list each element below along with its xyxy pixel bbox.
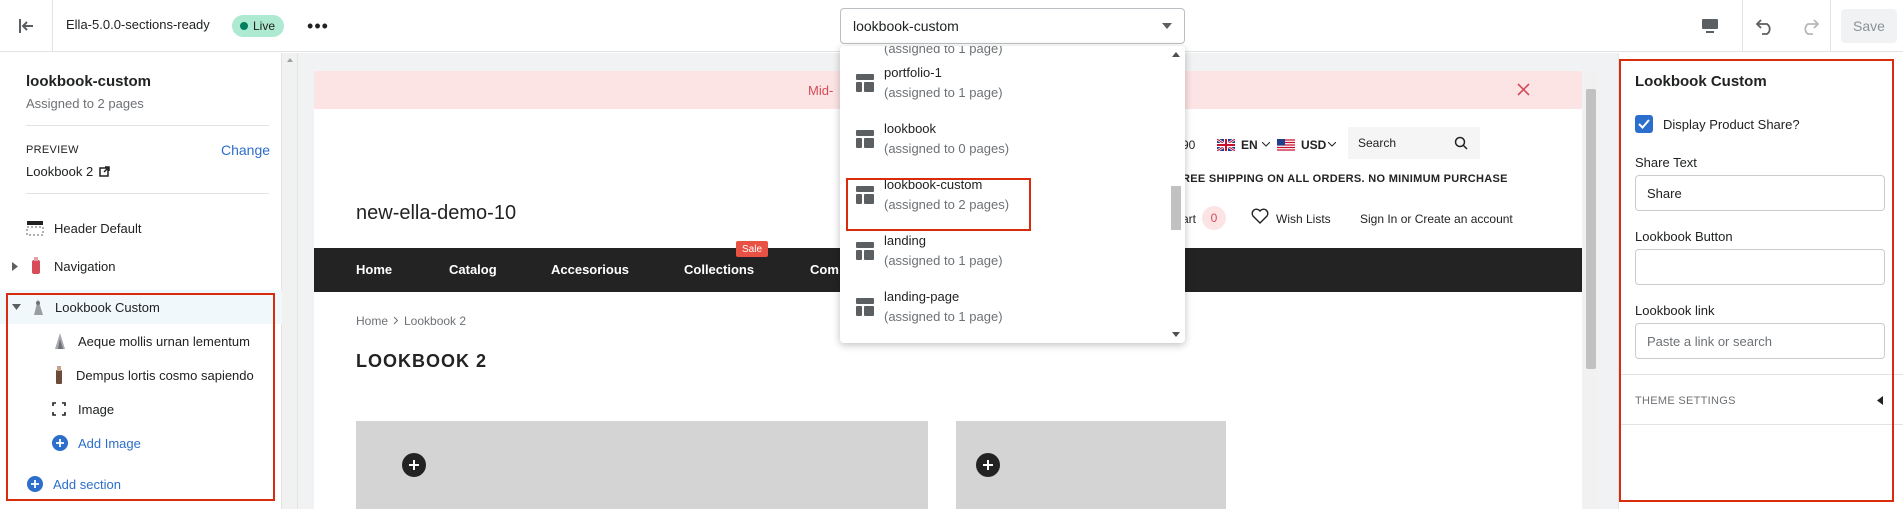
external-link-icon[interactable] [99, 166, 110, 177]
nav-accesorious[interactable]: Accesorious [551, 262, 629, 277]
section-navigation[interactable]: Navigation [0, 249, 282, 283]
scrollbar-thumb[interactable] [1171, 186, 1181, 230]
lookbook-image [356, 421, 928, 509]
template-icon [856, 298, 874, 316]
template-selector[interactable]: lookbook-custom [840, 8, 1185, 44]
template-option-name: lookbook [884, 121, 937, 136]
caret-down-icon [1162, 23, 1172, 29]
template-option-lookbook[interactable]: lookbook (assigned to 0 pages) [856, 114, 1156, 164]
store-logo[interactable]: new-ella-demo-10 [356, 202, 516, 225]
template-option-name: landing-page [884, 289, 960, 304]
product-thumb-icon [30, 256, 42, 276]
close-icon[interactable] [1517, 83, 1530, 96]
highlight-box [1619, 59, 1894, 502]
undo-icon [1756, 17, 1776, 35]
dropdown-partial-item[interactable]: (assigned to 1 page) [884, 46, 1003, 56]
more-actions-button[interactable]: ••• [306, 14, 330, 38]
caret-right-icon[interactable] [12, 261, 18, 271]
chevron-down-icon [1262, 142, 1270, 147]
heart-icon [1251, 208, 1269, 224]
section-label: Header Default [54, 220, 142, 236]
template-option-assigned: (assigned to 0 pages) [884, 141, 1010, 156]
theme-name: Ella-5.0.0-sections-ready [66, 17, 210, 32]
redo-icon [1799, 17, 1819, 35]
language-selector[interactable]: EN [1241, 138, 1258, 152]
template-option-name: landing [884, 233, 926, 248]
search-icon[interactable] [1454, 136, 1468, 150]
announcement-text: Mid- [808, 82, 834, 98]
template-title: lookbook-custom [26, 73, 152, 90]
redo-button[interactable] [1789, 0, 1829, 52]
currency-selector[interactable]: USD [1301, 138, 1326, 152]
store-search-input[interactable]: Search [1348, 127, 1480, 159]
ellipsis-icon: ••• [307, 15, 329, 36]
highlight-box [6, 293, 275, 501]
preview-value: Lookbook 2 [26, 164, 110, 179]
scroll-down-icon[interactable] [1172, 332, 1180, 337]
template-option-assigned: (assigned to 1 page) [884, 253, 1003, 268]
live-label: Live [253, 19, 276, 33]
hotspot-plus-icon[interactable] [976, 453, 1000, 477]
account-link[interactable]: Sign In or Create an account [1360, 212, 1513, 226]
shipping-message: REE SHIPPING ON ALL ORDERS. NO MINIMUM P… [1182, 173, 1508, 185]
template-option-assigned: (assigned to 1 page) [884, 309, 1003, 324]
breadcrumb-chevron-icon [393, 316, 399, 325]
save-button[interactable]: Save [1841, 9, 1897, 43]
exit-icon [17, 17, 35, 35]
breadcrumb-home[interactable]: Home [356, 314, 388, 328]
page-heading: LOOKBOOK 2 [356, 351, 488, 371]
template-option-landing-page[interactable]: landing-page (assigned to 1 page) [856, 282, 1156, 332]
us-flag-icon [1277, 139, 1295, 151]
highlight-box [846, 178, 1031, 231]
canvas-scrollbar[interactable] [1584, 71, 1598, 509]
section-label: Navigation [54, 258, 116, 274]
preview-label: PREVIEW [26, 144, 79, 156]
template-option-landing[interactable]: landing (assigned to 1 page) [856, 226, 1156, 276]
uk-flag-icon [1217, 139, 1235, 151]
top-bar: Ella-5.0.0-sections-ready Live ••• lookb… [0, 0, 1903, 52]
scrollbar-thumb[interactable] [1586, 89, 1596, 369]
breadcrumb-current: Lookbook 2 [404, 314, 467, 328]
live-dot-icon [240, 22, 248, 30]
header-layout-icon [26, 220, 44, 236]
template-assigned-count: Assigned to 2 pages [26, 96, 144, 111]
undo-button[interactable] [1743, 0, 1789, 52]
sections-sidebar: lookbook-custom Assigned to 2 pages PREV… [0, 53, 282, 509]
lookbook-image [956, 421, 1226, 509]
wishlist-link[interactable]: Wish Lists [1276, 212, 1331, 226]
template-icon [856, 130, 874, 148]
template-option-assigned: (assigned to 1 page) [884, 85, 1003, 100]
settings-panel: Lookbook Custom Display Product Share? S… [1618, 53, 1903, 509]
nav-collections[interactable]: Collections [684, 262, 754, 277]
chevron-down-icon [1328, 142, 1336, 147]
dropdown-scrollbar[interactable] [1167, 46, 1185, 343]
store-search-placeholder: Search [1358, 136, 1397, 150]
template-option-name: portfolio-1 [884, 65, 942, 80]
template-icon [856, 242, 874, 260]
preview-page-name: Lookbook 2 [26, 164, 94, 179]
nav-contact[interactable]: Com [810, 262, 839, 277]
sale-badge: Sale [736, 241, 769, 257]
section-header-default[interactable]: Header Default [0, 211, 282, 245]
template-dropdown: (assigned to 1 page) portfolio-1 (assigne… [840, 46, 1185, 343]
hotspot-plus-icon[interactable] [402, 453, 426, 477]
live-status-badge: Live [232, 15, 285, 37]
nav-home[interactable]: Home [356, 262, 392, 277]
cart-count-badge: 0 [1202, 206, 1226, 230]
desktop-icon [1701, 18, 1719, 34]
change-preview-link[interactable]: Change [221, 142, 270, 158]
sidebar-scrollbar[interactable] [282, 53, 298, 509]
nav-catalog[interactable]: Catalog [449, 262, 497, 277]
template-selected-value: lookbook-custom [853, 18, 959, 34]
device-preview-button[interactable] [1690, 0, 1730, 52]
exit-editor-button[interactable] [0, 0, 53, 52]
scroll-up-icon[interactable] [1172, 52, 1180, 57]
template-icon [856, 74, 874, 92]
template-option-portfolio-1[interactable]: portfolio-1 (assigned to 1 page) [856, 58, 1156, 108]
